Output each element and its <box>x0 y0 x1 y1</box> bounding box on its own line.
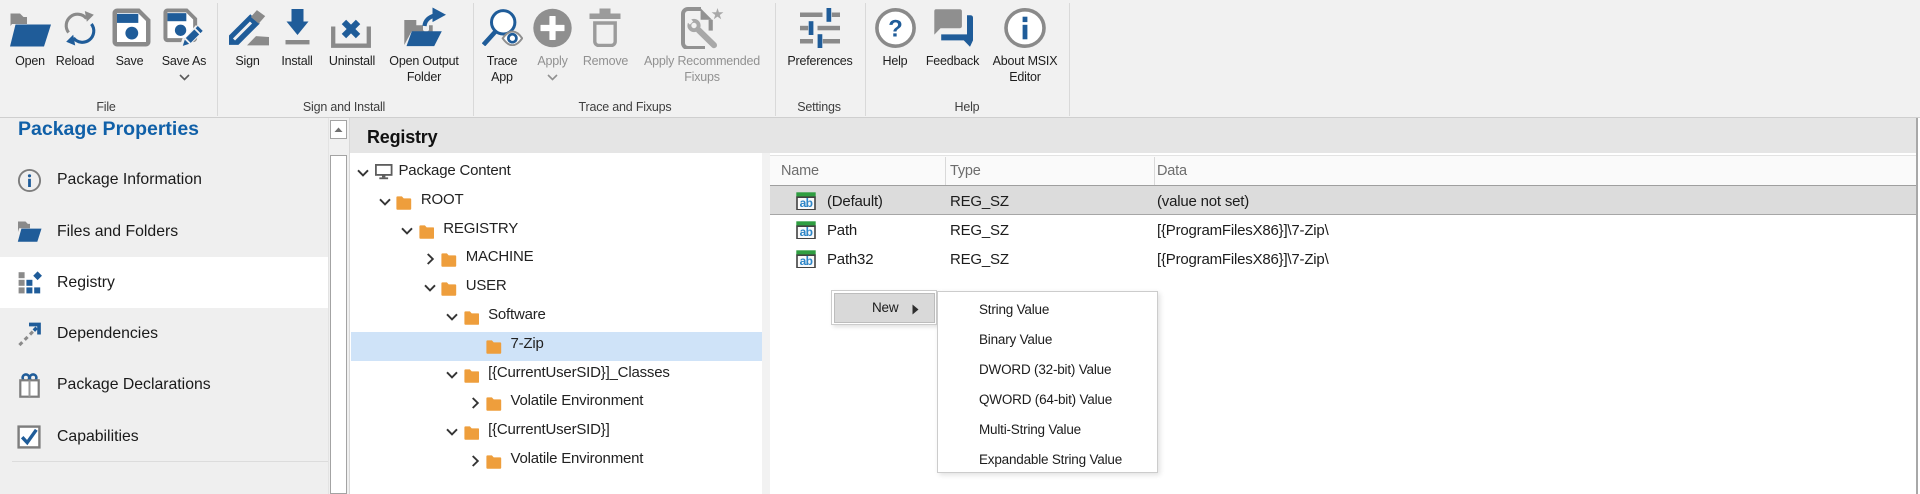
svg-text:ab: ab <box>800 254 813 268</box>
svg-text:ab: ab <box>800 225 813 239</box>
svg-text:?: ? <box>888 16 903 43</box>
svg-text:ab: ab <box>800 196 813 210</box>
